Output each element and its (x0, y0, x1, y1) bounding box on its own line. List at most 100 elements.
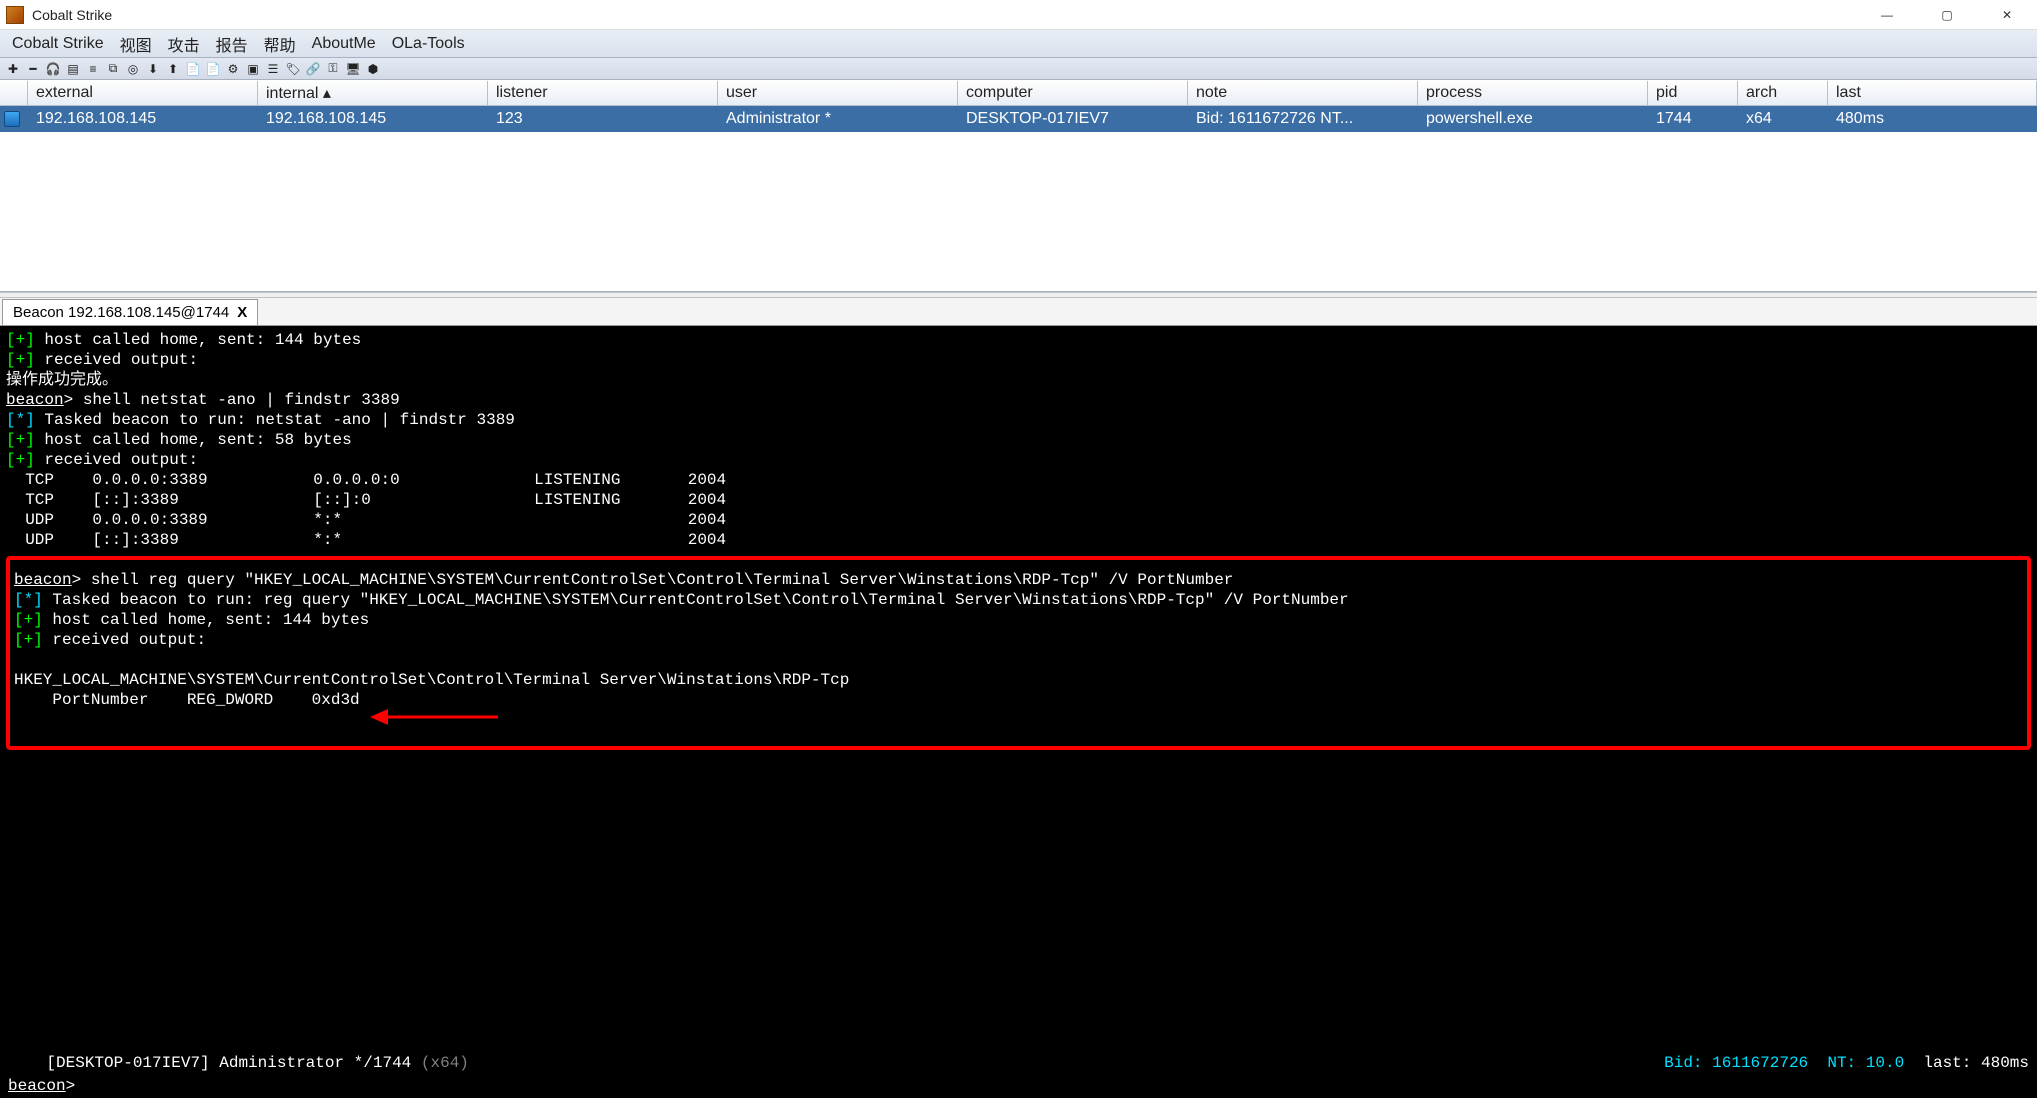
close-button[interactable]: ✕ (1977, 0, 2037, 30)
col-external[interactable]: external (28, 81, 258, 105)
menu-aboutme[interactable]: AboutMe (304, 33, 384, 55)
col-computer[interactable]: computer (958, 81, 1188, 105)
col-pid[interactable]: pid (1648, 81, 1738, 105)
col-process[interactable]: process (1418, 81, 1648, 105)
menu-view[interactable]: 视图 (112, 30, 160, 58)
console-text: received output: (35, 351, 198, 369)
cell-external: 192.168.108.145 (28, 106, 258, 132)
beacon-table-header: external internal ▴ listener user comput… (0, 80, 2037, 106)
tab-beacon-console[interactable]: Beacon 192.168.108.145@1744 X (2, 299, 258, 325)
console-text: host called home, sent: 58 bytes (35, 431, 352, 449)
status-last: last: 480ms (1923, 1054, 2029, 1072)
console-text: received output: (43, 631, 206, 649)
key-icon[interactable]: ⚿ (324, 61, 342, 77)
console-marker: [*] (6, 411, 35, 429)
note-down-icon[interactable]: 📄 (184, 61, 202, 77)
list-icon[interactable]: ≡ (84, 61, 102, 77)
col-last[interactable]: last (1828, 81, 2037, 105)
toolbar: ✚ ━ 🎧 ▤ ≡ ⧉ ◎ ⬇ ⬆ 📄 📄 ⚙ ▣ ☰ 🏷 🔗 ⚿ 🖥 ⬢ (0, 58, 2037, 80)
note-up-icon[interactable]: 📄 (204, 61, 222, 77)
cell-arch: x64 (1738, 106, 1828, 132)
target-icon[interactable]: ◎ (124, 61, 142, 77)
menu-cobalt-strike[interactable]: Cobalt Strike (4, 33, 112, 55)
console-text: > (72, 571, 91, 589)
console-text: received output: (35, 451, 198, 469)
beacon-console[interactable]: [+] host called home, sent: 144 bytes [+… (0, 326, 2037, 1050)
cell-computer: DESKTOP-017IEV7 (958, 106, 1188, 132)
status-bar: [DESKTOP-017IEV7] Administrator */1744 (… (0, 1050, 2037, 1074)
console-command: shell reg query "HKEY_LOCAL_MACHINE\SYST… (91, 571, 1234, 589)
console-marker: [+] (6, 331, 35, 349)
status-host: DESKTOP-017IEV7 (56, 1054, 200, 1072)
gear-icon[interactable]: ⚙ (224, 61, 242, 77)
annotation-arrow-icon (370, 706, 500, 728)
col-arch[interactable]: arch (1738, 81, 1828, 105)
minimize-button[interactable]: — (1857, 0, 1917, 30)
console-blank (14, 650, 2023, 670)
cell-note: Bid: 1611672726 NT... (1188, 106, 1418, 132)
status-bid-nt: Bid: 1611672726 NT: 10.0 (1664, 1054, 1923, 1072)
col-listener[interactable]: listener (488, 81, 718, 105)
console-text: Tasked beacon to run: reg query "HKEY_LO… (43, 591, 1349, 609)
status-user-pid: Administrator */1744 (219, 1054, 421, 1072)
console-output: TCP [::]:3389 [::]:0 LISTENING 2004 (6, 490, 2031, 510)
maximize-button[interactable]: ▢ (1917, 0, 1977, 30)
download-icon[interactable]: ⬇ (144, 61, 162, 77)
console-prompt: beacon (14, 571, 72, 589)
cell-internal: 192.168.108.145 (258, 106, 488, 132)
console-prompt-bar: beacon> (0, 1074, 2037, 1098)
status-bracket: ] (200, 1054, 219, 1072)
plus-icon[interactable]: ✚ (4, 61, 22, 77)
cell-listener: 123 (488, 106, 718, 132)
console-output: PortNumber REG_DWORD 0xd3d (14, 690, 2023, 710)
console-text: > (64, 391, 83, 409)
col-internal[interactable]: internal ▴ (258, 81, 488, 105)
monitor-icon[interactable]: 🖥 (344, 61, 362, 77)
screens-icon[interactable]: ▤ (64, 61, 82, 77)
link-icon[interactable]: 🔗 (304, 61, 322, 77)
console-marker: [+] (14, 631, 43, 649)
tag-icon[interactable]: 🏷 (284, 61, 302, 77)
row-icon-cell (0, 106, 28, 132)
graph-icon[interactable]: ⧉ (104, 61, 122, 77)
console-marker: [+] (14, 611, 43, 629)
console-marker: [+] (6, 351, 35, 369)
app-icon (6, 6, 24, 24)
console-text: 操作成功完成。 (6, 370, 2031, 390)
console-output: TCP 0.0.0.0:3389 0.0.0.0:0 LISTENING 200… (6, 470, 2031, 490)
tab-close-button[interactable]: X (237, 304, 247, 321)
status-bracket: [ (46, 1054, 56, 1072)
console-output: UDP [::]:3389 *:* 2004 (6, 530, 2031, 550)
console-marker: [*] (14, 591, 43, 609)
menu-help[interactable]: 帮助 (256, 30, 304, 58)
console-text: host called home, sent: 144 bytes (43, 611, 369, 629)
console-tabs: Beacon 192.168.108.145@1744 X (0, 298, 2037, 326)
console-marker: [+] (6, 451, 35, 469)
menu-ola-tools[interactable]: OLa-Tools (384, 33, 473, 55)
window-title: Cobalt Strike (32, 7, 112, 23)
upload-icon[interactable]: ⬆ (164, 61, 182, 77)
col-user[interactable]: user (718, 81, 958, 105)
cube-icon[interactable]: ⬢ (364, 61, 382, 77)
console-output: UDP 0.0.0.0:3389 *:* 2004 (6, 510, 2031, 530)
doc-icon[interactable]: ☰ (264, 61, 282, 77)
beacon-table-blank (0, 132, 2037, 292)
status-arch: (x64) (421, 1054, 469, 1072)
console-text: Tasked beacon to run: netstat -ano | fin… (35, 411, 515, 429)
menu-bar: Cobalt Strike 视图 攻击 报告 帮助 AboutMe OLa-To… (0, 30, 2037, 58)
beacon-table-row[interactable]: 192.168.108.145 192.168.108.145 123 Admi… (0, 106, 2037, 132)
annotation-highlight-box: beacon> shell reg query "HKEY_LOCAL_MACH… (6, 556, 2031, 750)
minus-icon[interactable]: ━ (24, 61, 42, 77)
col-note[interactable]: note (1188, 81, 1418, 105)
console-prompt: beacon (6, 391, 64, 409)
col-icon[interactable] (0, 81, 28, 105)
beacon-host-icon (4, 111, 20, 127)
tab-label: Beacon 192.168.108.145@1744 (13, 304, 229, 321)
menu-reporting[interactable]: 报告 (208, 30, 256, 58)
console-input[interactable] (79, 1077, 2029, 1095)
square-icon[interactable]: ▣ (244, 61, 262, 77)
headset-icon[interactable]: 🎧 (44, 61, 62, 77)
console-output: HKEY_LOCAL_MACHINE\SYSTEM\CurrentControl… (14, 670, 2023, 690)
menu-attacks[interactable]: 攻击 (160, 30, 208, 58)
prompt-gt: > (66, 1077, 76, 1095)
